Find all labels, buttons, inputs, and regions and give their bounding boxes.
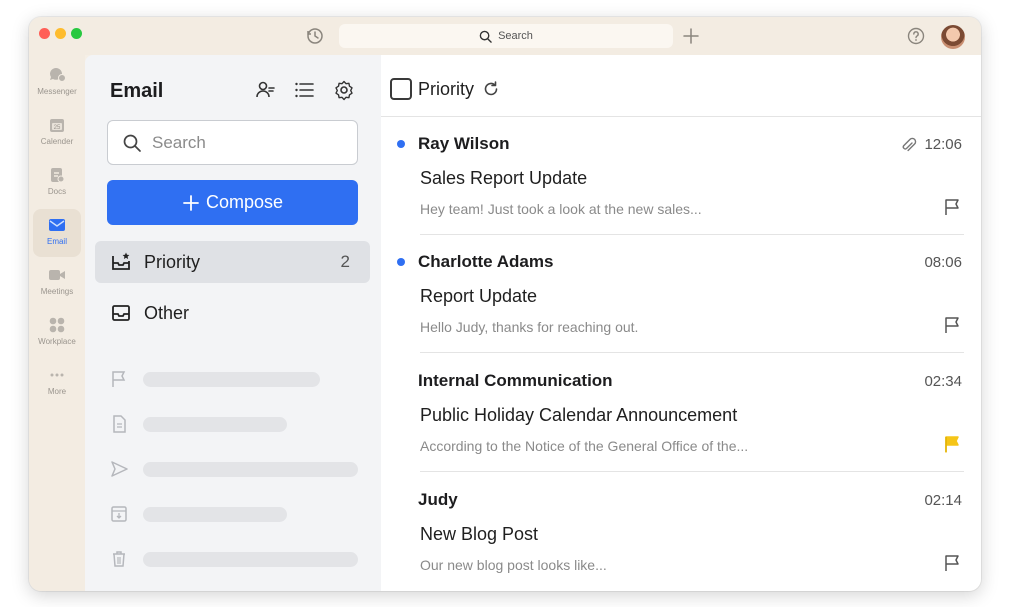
user-avatar[interactable] <box>941 25 965 49</box>
rail-label: Email <box>46 237 67 246</box>
mail-preview: According to the Notice of the General O… <box>420 438 749 454</box>
folder-other[interactable]: Other <box>95 292 370 334</box>
new-tab-icon[interactable] <box>681 26 701 46</box>
rail-item-calendar[interactable]: 25 Calender <box>33 109 81 157</box>
rail-label: Messenger <box>37 87 77 96</box>
unread-count: 2 <box>340 252 350 271</box>
rail-label: Calender <box>40 137 74 146</box>
rail-label: More <box>47 387 67 396</box>
divider <box>420 471 964 472</box>
mail-item[interactable]: Ray Wilson 12:06 Sales Report Update Hey… <box>381 117 981 235</box>
global-search-label: Search <box>498 30 533 42</box>
compose-label: Compose <box>205 192 284 212</box>
mail-sender: Judy <box>418 490 458 509</box>
messenger-icon <box>50 68 66 82</box>
mail-sender: Ray Wilson <box>418 134 510 153</box>
flag-icon[interactable] <box>942 553 962 573</box>
search-icon <box>479 30 492 43</box>
close-window-button[interactable] <box>39 28 50 39</box>
workplace-icon <box>49 317 65 333</box>
svg-text:25: 25 <box>54 125 61 131</box>
rail-label: Meetings <box>40 287 74 296</box>
mail-preview: Hey team! Just took a look at the new sa… <box>420 201 702 217</box>
search-placeholder: Search <box>152 132 206 152</box>
contacts-icon[interactable] <box>254 79 276 101</box>
docs-icon <box>51 168 65 183</box>
folder-label: Priority <box>144 251 201 272</box>
compose-button[interactable]: Compose <box>107 180 358 225</box>
priority-inbox-icon <box>112 252 130 270</box>
rail-label: Docs <box>47 187 67 196</box>
app-rail: Messenger 25 Calender Docs Email Meeting… <box>29 55 85 591</box>
divider <box>420 352 964 353</box>
mail-list-header: Priority <box>381 55 981 117</box>
email-icon <box>49 219 65 231</box>
folder-placeholder <box>109 549 358 569</box>
folder-label: Other <box>144 302 190 323</box>
folder-placeholder <box>109 414 287 434</box>
mail-subject: Public Holiday Calendar Announcement <box>420 405 738 425</box>
flagged-icon[interactable] <box>942 434 962 454</box>
mail-item[interactable]: Judy 02:14 New Blog Post Our new blog po… <box>381 473 981 591</box>
mail-time: 02:14 <box>924 492 962 509</box>
folder-placeholder <box>109 369 320 389</box>
list-view-icon[interactable] <box>293 79 315 101</box>
meetings-icon <box>49 270 65 280</box>
attachment-icon <box>902 137 917 152</box>
rail-item-email[interactable]: Email <box>33 209 81 257</box>
folder-placeholder <box>109 504 287 524</box>
rail-item-workplace[interactable]: Workplace <box>33 309 81 357</box>
minimize-window-button[interactable] <box>55 28 66 39</box>
draft-icon <box>113 415 126 433</box>
folder-placeholder <box>109 459 358 479</box>
refresh-icon[interactable] <box>482 80 500 98</box>
mail-subject: Sales Report Update <box>420 168 588 188</box>
flag-icon <box>112 371 126 387</box>
maximize-window-button[interactable] <box>71 28 82 39</box>
flag-icon[interactable] <box>942 197 962 217</box>
email-search-input[interactable]: Search <box>107 120 358 165</box>
search-icon <box>123 134 141 152</box>
title-bar: Search <box>29 17 981 55</box>
plus-icon <box>183 194 199 211</box>
mail-sender: Charlotte Adams <box>418 252 554 271</box>
calendar-icon: 25 <box>50 119 64 132</box>
mail-list: Priority Ray Wilson 12:06 Sales Report U… <box>381 55 981 591</box>
settings-icon[interactable] <box>333 79 355 101</box>
sidebar-title: Email <box>110 80 164 102</box>
mail-time: 02:34 <box>924 373 962 390</box>
history-icon[interactable] <box>305 26 325 46</box>
help-icon[interactable] <box>906 26 926 46</box>
mail-subject: New Blog Post <box>420 524 539 544</box>
mail-item[interactable]: Charlotte Adams 08:06 Report Update Hell… <box>381 235 981 353</box>
global-search-bar[interactable]: Search <box>339 24 673 48</box>
mail-time: 08:06 <box>924 254 962 271</box>
archive-icon <box>111 506 127 522</box>
inbox-icon <box>112 305 130 321</box>
rail-item-docs[interactable]: Docs <box>33 159 81 207</box>
mail-sender: Internal Communication <box>418 371 613 390</box>
folder-priority[interactable]: Priority 2 <box>95 241 370 283</box>
mail-preview: Our new blog post looks like... <box>420 557 607 573</box>
rail-label: Workplace <box>38 337 76 346</box>
mail-list-title: Priority <box>418 79 475 99</box>
flag-icon[interactable] <box>942 315 962 335</box>
trash-icon <box>113 551 125 567</box>
select-all-checkbox[interactable] <box>390 78 412 100</box>
mail-time: 12:06 <box>924 136 962 153</box>
mail-preview: Hello Judy, thanks for reaching out. <box>420 319 639 335</box>
unread-dot <box>397 140 405 148</box>
unread-dot <box>397 258 405 266</box>
mail-item[interactable]: Internal Communication 02:34 Public Holi… <box>381 354 981 472</box>
mail-subject: Report Update <box>420 286 538 306</box>
rail-item-messenger[interactable]: Messenger <box>33 59 81 107</box>
app-window: Search Messenger 25 Calender Docs Email … <box>29 17 981 591</box>
more-icon <box>50 373 64 377</box>
rail-item-more[interactable]: More <box>33 359 81 407</box>
email-sidebar: Email Search Compose Priority 2 Other <box>85 55 381 591</box>
send-icon <box>111 461 128 477</box>
rail-item-meetings[interactable]: Meetings <box>33 259 81 307</box>
